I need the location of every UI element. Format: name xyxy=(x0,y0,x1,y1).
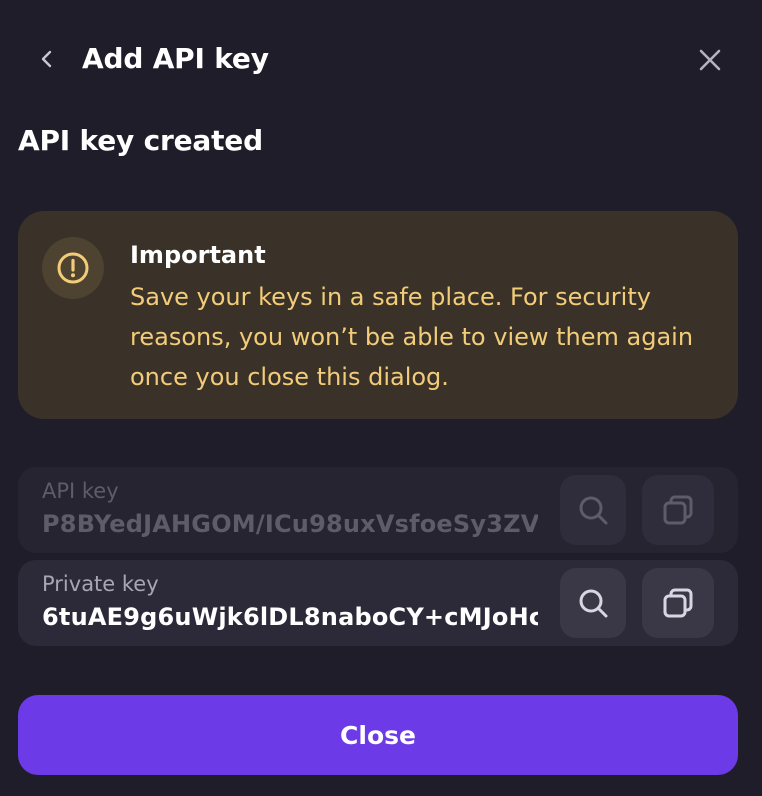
notice-text: Save your keys in a safe place. For secu… xyxy=(130,283,694,391)
private-key-field: Private key 6tuAE9g6uWjk6lDL8naboCY+cMJo… xyxy=(18,560,738,646)
search-icon xyxy=(579,589,608,618)
copy-private-key-button[interactable] xyxy=(642,568,714,638)
important-notice: Important Save your keys in a safe place… xyxy=(18,211,738,419)
notice-title: Important xyxy=(130,241,266,269)
alert-circle-icon xyxy=(57,252,89,284)
search-icon xyxy=(579,496,608,525)
api-key-field: API key P8BYedJAHGOM/ICu98uxVsfoeSy3ZV xyxy=(18,467,738,553)
back-button[interactable] xyxy=(30,42,64,76)
reveal-api-key-button[interactable] xyxy=(560,475,626,545)
private-key-value[interactable]: 6tuAE9g6uWjk6lDL8naboCY+cMJoHc xyxy=(42,600,538,634)
api-key-value[interactable]: P8BYedJAHGOM/ICu98uxVsfoeSy3ZV xyxy=(42,507,538,541)
private-key-label: Private key xyxy=(42,572,159,596)
copy-icon xyxy=(663,495,693,525)
chevron-left-icon xyxy=(41,50,52,68)
page-subtitle: API key created xyxy=(18,124,263,157)
dialog-header: Add API key xyxy=(0,0,762,120)
api-key-label: API key xyxy=(42,479,119,503)
close-button[interactable]: Close xyxy=(18,695,738,775)
reveal-private-key-button[interactable] xyxy=(560,568,626,638)
close-dialog-button[interactable] xyxy=(692,42,728,78)
dialog-title: Add API key xyxy=(82,42,269,75)
notice-icon-badge xyxy=(42,237,104,299)
close-icon xyxy=(699,49,721,71)
copy-icon xyxy=(663,588,693,618)
copy-api-key-button[interactable] xyxy=(642,475,714,545)
